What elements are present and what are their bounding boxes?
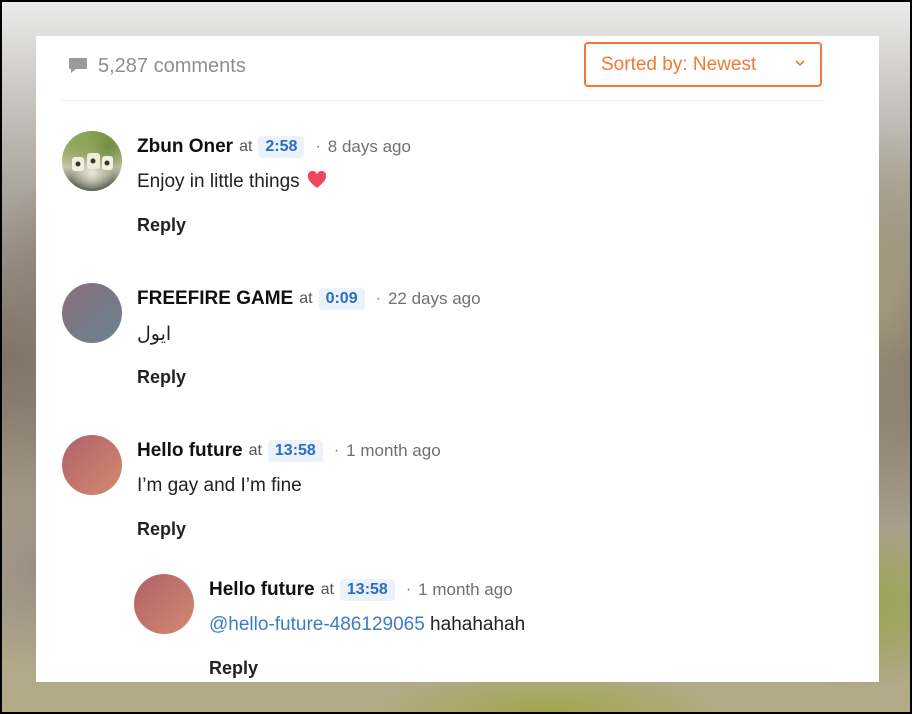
sort-dropdown[interactable]: Sorted by: Newest [584, 42, 822, 87]
comment-item: Zbun Oner at 2:58 · 8 days ago Enjoy in … [62, 131, 822, 251]
separator-dot: · [375, 290, 381, 307]
reply-button[interactable]: Reply [137, 215, 186, 236]
heart-icon [307, 171, 327, 188]
reply-button[interactable]: Reply [137, 519, 186, 540]
user-mention-link[interactable]: @hello-future-486129065 [209, 614, 425, 635]
comment-at-label: at [320, 581, 334, 598]
separator-dot: · [315, 138, 321, 155]
comment-author[interactable]: Hello future [209, 579, 315, 601]
comment-text: ايول [137, 324, 172, 345]
comment-timestamp-link[interactable]: 0:09 [318, 288, 365, 310]
comments-panel: 5,287 comments Sorted by: Newest Zbun On… [36, 36, 879, 682]
avatar[interactable] [62, 283, 122, 343]
comment-author[interactable]: Hello future [137, 440, 243, 462]
comment-meta: FREEFIRE GAME at 0:09 · 22 days ago [137, 286, 481, 312]
page-background: 5,287 comments Sorted by: Newest Zbun On… [2, 2, 910, 712]
comment-timestamp-link[interactable]: 2:58 [258, 136, 305, 158]
comment-age: 1 month ago [346, 441, 441, 460]
avatar-image [72, 153, 113, 171]
comment-text: Enjoy in little things [137, 171, 327, 193]
comment-text-content: Enjoy in little things [137, 171, 300, 192]
comment-age: 1 month ago [418, 580, 513, 599]
separator-dot: · [405, 581, 412, 598]
comment-text: I’m gay and I’m fine [137, 475, 302, 496]
reply-button[interactable]: Reply [137, 367, 186, 388]
comment-meta: Hello future at 13:58 · 1 month ago [137, 438, 441, 464]
comment-item: Hello future at 13:58 · 1 month ago I’m … [62, 435, 822, 555]
comment-text: @hello-future-486129065 hahahahah [209, 614, 525, 636]
comment-text-content: hahahahah [424, 614, 526, 635]
comment-count: 5,287 comments [68, 52, 246, 80]
comment-timestamp-link[interactable]: 13:58 [339, 579, 395, 601]
separator-dot: · [333, 442, 340, 459]
comment-meta: Zbun Oner at 2:58 · 8 days ago [137, 134, 411, 160]
comment-meta: Hello future at 13:58 · 1 month ago [209, 577, 513, 603]
avatar[interactable] [134, 574, 194, 634]
reply-comment-item: Hello future at 13:58 · 1 month ago @hel… [134, 574, 824, 682]
comment-author[interactable]: Zbun Oner [137, 136, 233, 158]
comment-author[interactable]: FREEFIRE GAME [137, 288, 293, 310]
avatar[interactable] [62, 435, 122, 495]
sort-label: Sorted by: Newest [601, 53, 757, 75]
reply-button[interactable]: Reply [209, 658, 258, 679]
avatar[interactable] [62, 131, 122, 191]
comment-timestamp-link[interactable]: 13:58 [267, 440, 323, 462]
comment-at-label: at [299, 290, 313, 307]
comment-item: FREEFIRE GAME at 0:09 · 22 days ago ايول… [62, 283, 822, 403]
chevron-down-icon [795, 60, 805, 67]
comment-at-label: at [239, 138, 253, 155]
comment-age: 22 days ago [387, 289, 481, 308]
comment-bubble-icon [69, 58, 87, 73]
comment-age: 8 days ago [327, 137, 411, 156]
comment-count-label: 5,287 comments [98, 54, 246, 77]
comments-header: 5,287 comments Sorted by: Newest [62, 36, 825, 101]
comment-at-label: at [248, 442, 262, 459]
